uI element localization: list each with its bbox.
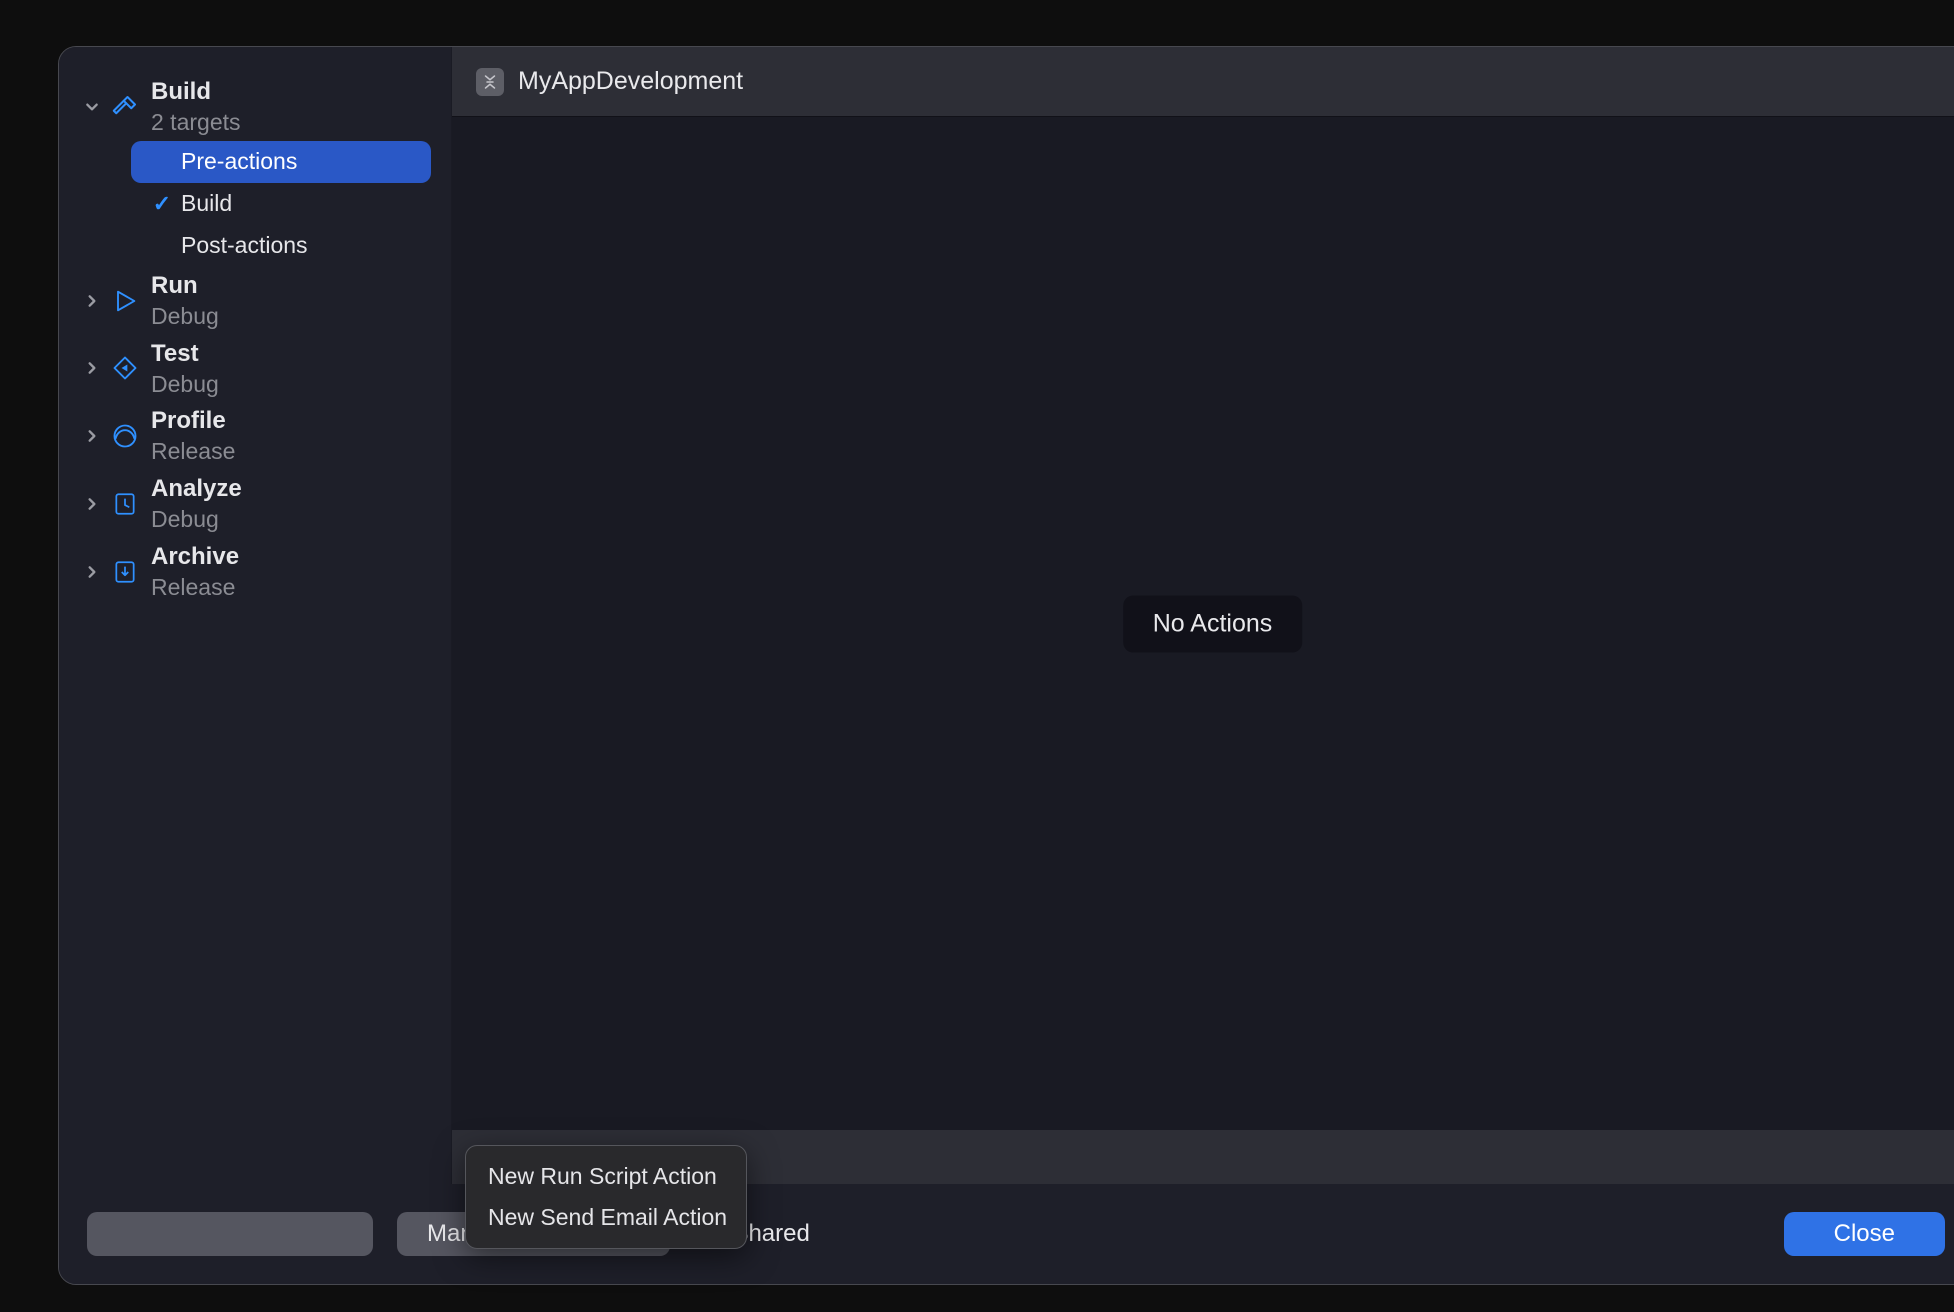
chevron-right-icon[interactable] bbox=[83, 495, 101, 513]
sidebar-section-test[interactable]: Test Debug bbox=[79, 335, 431, 403]
sidebar-section-title: Archive bbox=[151, 542, 239, 572]
scheme-name: MyAppDevelopment bbox=[518, 67, 743, 96]
hammer-icon bbox=[109, 91, 141, 123]
empty-state-label: No Actions bbox=[1123, 595, 1303, 652]
sidebar-section-title: Test bbox=[151, 339, 219, 369]
sidebar-build-children: Pre-actions ✓ Build Post-actions bbox=[79, 141, 431, 267]
scheme-header: MyAppDevelopment bbox=[452, 47, 1954, 117]
archive-icon bbox=[109, 556, 141, 588]
sidebar-section-archive[interactable]: Archive Release bbox=[79, 538, 431, 606]
analyze-icon bbox=[109, 488, 141, 520]
scheme-editor-window: Build 2 targets Pre-actions ✓ Build Post… bbox=[58, 46, 1954, 1285]
check-icon: ✓ bbox=[149, 191, 175, 217]
diamond-icon bbox=[109, 352, 141, 384]
app-icon bbox=[476, 68, 504, 96]
sidebar-section-subtitle: Debug bbox=[151, 370, 219, 399]
sidebar-item-build[interactable]: ✓ Build bbox=[131, 183, 431, 225]
sidebar-section-title: Analyze bbox=[151, 474, 242, 504]
sidebar-section-subtitle: Debug bbox=[151, 505, 242, 534]
sidebar-item-label: Post-actions bbox=[181, 232, 308, 259]
add-action-menu: New Run Script Action New Send Email Act… bbox=[465, 1145, 747, 1249]
actions-content: No Actions bbox=[452, 117, 1954, 1130]
chevron-right-icon[interactable] bbox=[83, 292, 101, 310]
sidebar-section-subtitle: 2 targets bbox=[151, 108, 241, 137]
gauge-icon bbox=[109, 420, 141, 452]
upper-pane: Build 2 targets Pre-actions ✓ Build Post… bbox=[59, 47, 1954, 1184]
sidebar-section-title: Build bbox=[151, 77, 241, 107]
sidebar-section-title: Profile bbox=[151, 406, 235, 436]
sidebar-item-label: Build bbox=[181, 190, 232, 217]
sidebar-item-label: Pre-actions bbox=[181, 148, 297, 175]
sidebar-section-analyze[interactable]: Analyze Debug bbox=[79, 470, 431, 538]
sidebar-item-post-actions[interactable]: Post-actions bbox=[131, 225, 431, 267]
menu-item-send-email[interactable]: New Send Email Action bbox=[466, 1197, 746, 1238]
play-icon bbox=[109, 285, 141, 317]
sidebar-section-build[interactable]: Build 2 targets bbox=[79, 73, 431, 141]
dialog-footer: Manage Schemes... Shared Close bbox=[59, 1184, 1954, 1284]
sidebar-section-run[interactable]: Run Debug bbox=[79, 267, 431, 335]
sidebar-section-subtitle: Release bbox=[151, 437, 235, 466]
chevron-down-icon[interactable] bbox=[83, 98, 101, 116]
chevron-right-icon[interactable] bbox=[83, 427, 101, 445]
chevron-right-icon[interactable] bbox=[83, 563, 101, 581]
duplicate-scheme-button[interactable] bbox=[87, 1212, 373, 1256]
sidebar-section-subtitle: Debug bbox=[151, 302, 219, 331]
scheme-sidebar: Build 2 targets Pre-actions ✓ Build Post… bbox=[59, 47, 451, 1184]
main-pane: MyAppDevelopment No Actions bbox=[451, 47, 1954, 1184]
sidebar-item-pre-actions[interactable]: Pre-actions bbox=[131, 141, 431, 183]
close-button[interactable]: Close bbox=[1784, 1212, 1945, 1256]
sidebar-section-title: Run bbox=[151, 271, 219, 301]
sidebar-section-profile[interactable]: Profile Release bbox=[79, 402, 431, 470]
menu-item-run-script[interactable]: New Run Script Action bbox=[466, 1156, 746, 1197]
sidebar-section-subtitle: Release bbox=[151, 573, 239, 602]
chevron-right-icon[interactable] bbox=[83, 359, 101, 377]
